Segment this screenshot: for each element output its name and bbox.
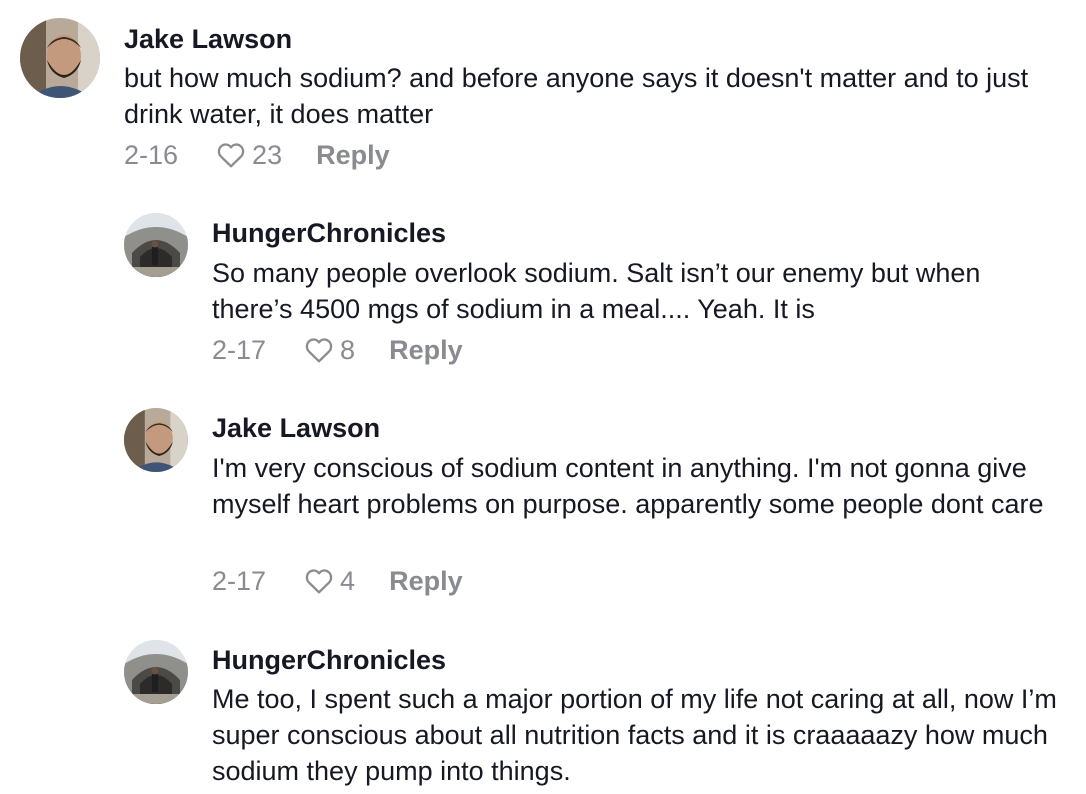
reply-button[interactable]: Reply [389,333,463,367]
comment-date: 2-16 [124,140,179,170]
avatar[interactable] [124,640,188,704]
comment-username[interactable]: HungerChronicles [212,643,446,677]
comment-meta: 2-16 23 Reply [124,138,390,172]
like-count: 4 [340,566,356,596]
comment-meta: 2-17 4 Reply [212,564,463,598]
like-count: 8 [340,335,356,365]
like-button[interactable]: 23 [214,138,282,172]
reply-button[interactable]: Reply [389,564,463,598]
comment-date: 2-17 [212,566,267,596]
profile-photo-icon [124,640,188,704]
avatar[interactable] [124,213,188,277]
heart-icon [305,569,333,594]
comment-username[interactable]: HungerChronicles [212,216,446,250]
like-button[interactable]: 8 [302,333,355,367]
reply-button[interactable]: Reply [316,138,390,172]
comment-text: So many people overlook sodium. Salt isn… [212,258,981,324]
profile-photo-icon [124,213,188,277]
like-button[interactable]: 4 [302,564,355,598]
profile-photo-icon [20,18,100,98]
profile-photo-icon [124,408,188,472]
avatar[interactable] [124,408,188,472]
comment-date: 2-17 [212,335,267,365]
like-count: 23 [252,140,283,170]
avatar[interactable] [20,18,100,98]
comment-text: I'm very conscious of sodium content in … [212,453,1044,519]
comment-meta: 2-17 8 Reply [212,333,463,367]
heart-icon [217,143,245,168]
heart-icon [305,338,333,363]
comment-username[interactable]: Jake Lawson [124,22,292,56]
comment-text: Me too, I spent such a major portion of … [212,684,1057,786]
comment-username[interactable]: Jake Lawson [212,411,380,445]
comment-text: but how much sodium? and before anyone s… [124,63,1029,129]
